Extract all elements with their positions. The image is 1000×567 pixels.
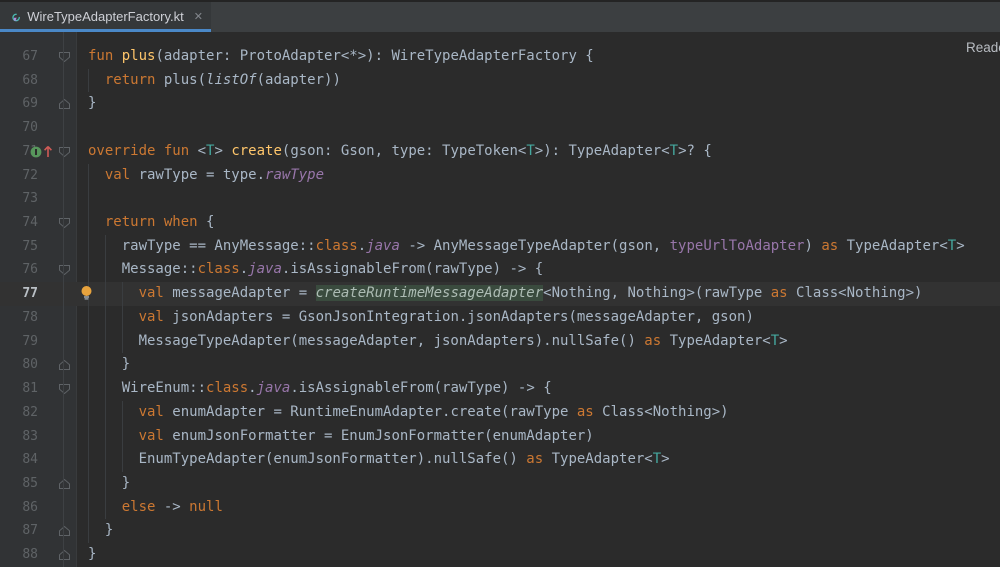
code-text: } (88, 353, 130, 377)
code-text: } (88, 519, 113, 543)
fold-marker[interactable] (57, 258, 71, 282)
fold-marker[interactable] (57, 519, 71, 543)
line-number[interactable]: 82 (0, 401, 38, 425)
code-text: val rawType = type.rawType (88, 164, 324, 188)
code-text: return when { (88, 211, 214, 235)
line-number[interactable]: 88 (0, 543, 38, 567)
code-text: MessageTypeAdapter(messageAdapter, jsonA… (88, 330, 788, 354)
line-number[interactable]: 77 (0, 282, 38, 306)
fold-collapse-icon[interactable] (58, 217, 71, 229)
code-text: rawType == AnyMessage::class.java -> Any… (88, 235, 965, 259)
code-text: } (88, 472, 130, 496)
fold-collapse-icon[interactable] (58, 51, 71, 63)
line-number[interactable]: 81 (0, 377, 38, 401)
line-number[interactable]: 74 (0, 211, 38, 235)
gutter-icons (30, 140, 53, 164)
line-number[interactable]: 84 (0, 448, 38, 472)
line-number[interactable]: 86 (0, 496, 38, 520)
code-line: 85 } (0, 472, 1000, 496)
code-line: 71override fun <T> create(gson: Gson, ty… (0, 140, 1000, 164)
line-number[interactable]: 87 (0, 519, 38, 543)
fold-expand-icon[interactable] (58, 549, 71, 561)
line-number[interactable]: 75 (0, 235, 38, 259)
fold-marker[interactable] (57, 377, 71, 401)
fold-expand-icon[interactable] (58, 478, 71, 490)
fold-marker[interactable] (57, 353, 71, 377)
code-text: val jsonAdapters = GsonJsonIntegration.j… (88, 306, 754, 330)
fold-collapse-icon[interactable] (58, 383, 71, 395)
code-line: 75 rawType == AnyMessage::class.java -> … (0, 235, 1000, 259)
code-line: 86 else -> null (0, 496, 1000, 520)
code-text: val messageAdapter = createRuntimeMessag… (88, 282, 922, 306)
tab-title: WireTypeAdapterFactory.kt (27, 9, 184, 24)
editor-tab-bar: WireTypeAdapterFactory.kt ✕ (0, 2, 1000, 32)
code-text: Message::class.java.isAssignableFrom(raw… (88, 258, 543, 282)
code-text: fun plus(adapter: ProtoAdapter<*>): Wire… (88, 45, 594, 69)
code-text: override fun <T> create(gson: Gson, type… (88, 140, 712, 164)
code-line: 88} (0, 543, 1000, 567)
line-number[interactable]: 73 (0, 187, 38, 211)
line-number[interactable]: 67 (0, 45, 38, 69)
code-line: 79 MessageTypeAdapter(messageAdapter, js… (0, 330, 1000, 354)
code-editor[interactable]: 67 fun plus(adapter: ProtoAdapter<*>): Wi… (0, 32, 1000, 567)
code-text: } (88, 543, 96, 567)
line-number[interactable]: 76 (0, 258, 38, 282)
line-number[interactable]: 72 (0, 164, 38, 188)
code-line: 80 } (0, 353, 1000, 377)
code-line: 77 val messageAdapter = createRuntimeMes… (0, 282, 1000, 306)
kotlin-file-icon (12, 9, 20, 26)
close-icon[interactable]: ✕ (194, 10, 203, 23)
code-text: } (88, 92, 96, 116)
code-text: val enumJsonFormatter = EnumJsonFormatte… (88, 425, 594, 449)
fold-expand-icon[interactable] (58, 359, 71, 371)
code-line: 74 return when { (0, 211, 1000, 235)
line-number[interactable]: 78 (0, 306, 38, 330)
code-line: 73 (0, 187, 1000, 211)
tab-wiretypeadapterfactory[interactable]: WireTypeAdapterFactory.kt ✕ (0, 2, 211, 32)
ide-window: WireTypeAdapterFactory.kt ✕ Reade 67fun … (0, 0, 1000, 567)
fold-collapse-icon[interactable] (58, 146, 71, 158)
line-number[interactable]: 69 (0, 92, 38, 116)
fold-expand-icon[interactable] (58, 98, 71, 110)
fold-marker[interactable] (57, 543, 71, 567)
overrides-up-arrow-icon[interactable] (43, 145, 53, 158)
code-line: 81 WireEnum::class.java.isAssignableFrom… (0, 377, 1000, 401)
code-line: 72 val rawType = type.rawType (0, 164, 1000, 188)
code-line: 69} (0, 92, 1000, 116)
fold-marker[interactable] (57, 140, 71, 164)
code-text: return plus(listOf(adapter)) (88, 69, 341, 93)
code-line: 82 val enumAdapter = RuntimeEnumAdapter.… (0, 401, 1000, 425)
code-line: 67 fun plus(adapter: ProtoAdapter<*>): Wi… (0, 45, 1000, 69)
fold-collapse-icon[interactable] (58, 264, 71, 276)
code-line: 70 (0, 116, 1000, 140)
code-line: 78 val jsonAdapters = GsonJsonIntegratio… (0, 306, 1000, 330)
implementing-marker-icon[interactable] (30, 146, 42, 158)
line-number[interactable]: 83 (0, 425, 38, 449)
code-text: val enumAdapter = RuntimeEnumAdapter.cre… (88, 401, 729, 425)
fold-marker[interactable] (57, 211, 71, 235)
code-text: WireEnum::class.java.isAssignableFrom(ra… (88, 377, 552, 401)
code-line: 84 EnumTypeAdapter(enumJsonFormatter).nu… (0, 448, 1000, 472)
code-line: 83 val enumJsonFormatter = EnumJsonForma… (0, 425, 1000, 449)
line-number[interactable]: 70 (0, 116, 38, 140)
code-line: 68 return plus(listOf(adapter)) (0, 69, 1000, 93)
intention-bulb-icon[interactable] (79, 285, 94, 301)
line-number[interactable]: 80 (0, 353, 38, 377)
fold-expand-icon[interactable] (58, 525, 71, 537)
code-text: else -> null (88, 496, 223, 520)
code-lines: 67 fun plus(adapter: ProtoAdapter<*>): Wi… (0, 45, 1000, 567)
line-number[interactable]: 68 (0, 69, 38, 93)
code-text: EnumTypeAdapter(enumJsonFormatter).nullS… (88, 448, 670, 472)
fold-marker[interactable] (57, 472, 71, 496)
code-line: 87 } (0, 519, 1000, 543)
line-number[interactable]: 79 (0, 330, 38, 354)
fold-marker[interactable] (57, 45, 71, 69)
fold-marker[interactable] (57, 92, 71, 116)
code-line: 76 Message::class.java.isAssignableFrom(… (0, 258, 1000, 282)
line-number[interactable]: 85 (0, 472, 38, 496)
